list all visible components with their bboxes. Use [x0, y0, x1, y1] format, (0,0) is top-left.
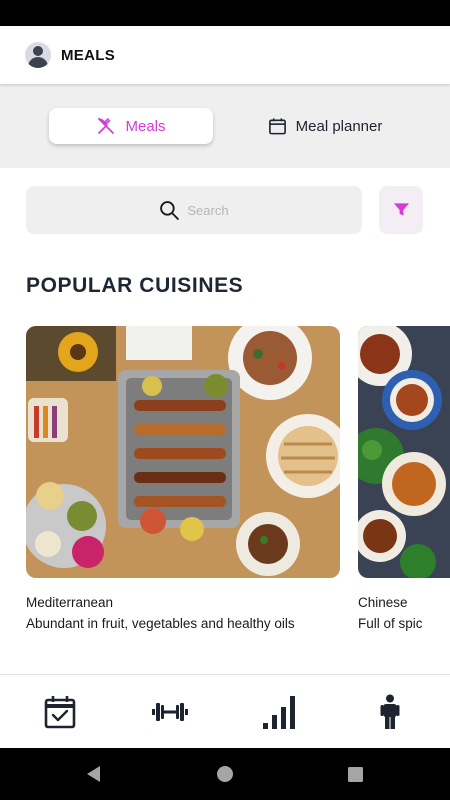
- cuisine-name: Mediterranean: [26, 595, 114, 610]
- cuisine-name: Chinese: [358, 595, 408, 610]
- user-avatar-icon[interactable]: [25, 42, 51, 68]
- main-content: Search POPULAR CUISINES Mediterranean Ab…: [0, 168, 450, 674]
- search-icon: [160, 200, 180, 220]
- bottom-navigation: [0, 674, 450, 748]
- calendar-check-icon: [44, 696, 76, 729]
- cuisine-description: Abundant in fruit, vegetables and health…: [26, 616, 295, 631]
- cuisine-card-mediterranean[interactable]: Mediterranean Abundant in fruit, vegetab…: [26, 326, 340, 631]
- recents-button[interactable]: [345, 764, 365, 784]
- page-title: MEALS: [61, 46, 115, 64]
- tab-strip: Meals Meal planner: [0, 84, 450, 168]
- filter-icon: [393, 203, 409, 216]
- calendar-icon: [268, 117, 286, 134]
- mediterranean-food-image: [26, 326, 340, 578]
- system-navigation-bar: [0, 748, 450, 800]
- tab-meal-planner[interactable]: Meal planner: [255, 108, 395, 144]
- chinese-food-image: [358, 326, 450, 578]
- recents-square-icon: [347, 766, 363, 782]
- nav-progress[interactable]: [262, 693, 298, 731]
- tab-meals[interactable]: Meals: [49, 108, 213, 144]
- person-icon: [380, 694, 400, 729]
- status-bar: [0, 0, 450, 26]
- home-circle-icon: [217, 766, 233, 782]
- fork-knife-icon: [98, 118, 115, 134]
- search-input[interactable]: Search: [26, 186, 362, 234]
- nav-meals[interactable]: [42, 693, 78, 731]
- home-button[interactable]: [215, 764, 235, 784]
- filter-button[interactable]: [379, 186, 423, 234]
- dumbbell-icon: [152, 703, 188, 721]
- cuisine-description: Full of spic: [358, 616, 423, 631]
- tab-meal-planner-label: Meal planner: [295, 117, 383, 135]
- app-bar: MEALS: [0, 26, 450, 84]
- bar-chart-icon: [263, 696, 295, 729]
- search-placeholder: Search: [187, 202, 229, 218]
- nav-profile[interactable]: [372, 693, 408, 731]
- nav-workouts[interactable]: [152, 693, 188, 731]
- back-triangle-icon: [87, 766, 100, 782]
- section-title: POPULAR CUISINES: [26, 274, 244, 297]
- tab-meals-label: Meals: [125, 117, 166, 135]
- cuisine-card-chinese[interactable]: Chinese Full of spic: [358, 326, 450, 631]
- back-button[interactable]: [84, 764, 104, 784]
